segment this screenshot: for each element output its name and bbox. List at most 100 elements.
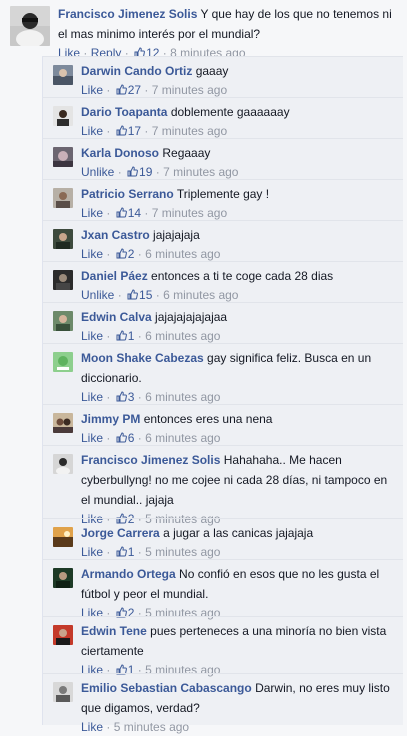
comment-text: gaaay: [195, 64, 229, 78]
comment-author[interactable]: Edwin Calva: [81, 310, 152, 324]
like-link[interactable]: Like: [81, 124, 103, 138]
top-comment: Francisco Jimenez Solis Y que hay de los…: [0, 0, 407, 60]
comment-author[interactable]: Jorge Carrera: [81, 526, 160, 540]
comment-text: Triplemente gay !: [176, 187, 270, 201]
comment-text: Regaaay: [162, 146, 211, 160]
like-count[interactable]: 3: [128, 390, 135, 404]
like-link[interactable]: Like: [81, 83, 103, 97]
comment-author[interactable]: Jimmy PM: [81, 412, 140, 426]
like-link[interactable]: Like: [81, 431, 103, 445]
like-count[interactable]: 1: [128, 329, 135, 343]
avatar[interactable]: [53, 568, 73, 588]
comment-author[interactable]: Patricio Serrano: [81, 187, 174, 201]
like-count[interactable]: 17: [128, 124, 141, 138]
like-link[interactable]: Like: [81, 720, 103, 734]
like-count[interactable]: 15: [139, 288, 152, 302]
thumbs-up-icon[interactable]: [116, 246, 127, 259]
comment-line: Francisco Jimenez Solis Y que hay de los…: [58, 4, 398, 44]
comment-author[interactable]: Jxan Castro: [81, 228, 150, 242]
avatar[interactable]: [10, 6, 50, 46]
thumbs-up-icon[interactable]: [116, 605, 127, 618]
like-count[interactable]: 1: [128, 545, 135, 559]
comment-author[interactable]: Francisco Jimenez Solis: [58, 7, 197, 21]
thumbs-up-icon[interactable]: [116, 389, 127, 402]
thumbs-up-icon[interactable]: [116, 662, 127, 675]
like-link[interactable]: Like: [81, 545, 103, 559]
like-count[interactable]: 2: [128, 247, 135, 261]
comment-author[interactable]: Dario Toapanta: [81, 105, 167, 119]
timestamp[interactable]: 6 minutes ago: [145, 431, 220, 445]
thumbs-up-icon[interactable]: [116, 82, 127, 95]
avatar[interactable]: [53, 625, 73, 645]
unlike-link[interactable]: Unlike: [81, 288, 114, 302]
reply-item: Patricio Serrano Triplemente gay ! Like …: [43, 179, 403, 221]
avatar[interactable]: [53, 682, 73, 702]
comment-author[interactable]: Edwin Tene: [81, 624, 147, 638]
reply-item: Edwin Calva jajajajajajajaa Like · 1 · 6…: [43, 302, 403, 344]
avatar[interactable]: [53, 413, 73, 433]
avatar[interactable]: [53, 352, 73, 372]
unlike-link[interactable]: Unlike: [81, 165, 114, 179]
avatar[interactable]: [53, 229, 73, 249]
comment-text: jajajajajajajaa: [155, 310, 228, 324]
avatar[interactable]: [53, 147, 73, 167]
like-count[interactable]: 19: [139, 165, 152, 179]
like-count[interactable]: 27: [128, 83, 141, 97]
thumbs-up-icon[interactable]: [127, 287, 138, 300]
reply-item: Jxan Castro jajajajaja Like · 2 · 6 minu…: [43, 220, 403, 262]
comment-author[interactable]: Moon Shake Cabezas: [81, 351, 204, 365]
thumbs-up-icon[interactable]: [116, 123, 127, 136]
reply-item: Dario Toapanta doblemente gaaaaaay Like …: [43, 97, 403, 139]
timestamp[interactable]: 5 minutes ago: [114, 720, 189, 734]
timestamp[interactable]: 7 minutes ago: [152, 83, 227, 97]
timestamp[interactable]: 5 minutes ago: [145, 545, 220, 559]
comment-author[interactable]: Emilio Sebastian Cabascango: [81, 681, 252, 695]
timestamp[interactable]: 7 minutes ago: [152, 124, 227, 138]
reply-item: Daniel Páez entonces a ti te coge cada 2…: [43, 261, 403, 303]
reply-item: Darwin Cando Ortiz gaaay Like · 27 · 7 m…: [43, 56, 403, 98]
avatar[interactable]: [53, 106, 73, 126]
reply-item: Karla Donoso Regaaay Unlike · 19 · 7 min…: [43, 138, 403, 180]
thumbs-up-icon[interactable]: [116, 328, 127, 341]
comment-text: doblemente gaaaaaay: [170, 105, 290, 119]
like-link[interactable]: Like: [81, 390, 103, 404]
like-link[interactable]: Like: [81, 329, 103, 343]
like-count[interactable]: 14: [128, 206, 141, 220]
thumbs-up-icon[interactable]: [116, 205, 127, 218]
reply-item: Moon Shake Cabezas gay significa feliz. …: [43, 343, 403, 405]
timestamp[interactable]: 7 minutes ago: [163, 165, 238, 179]
reply-list: Darwin Cando Ortiz gaaay Like · 27 · 7 m…: [42, 56, 403, 734]
reply-item: Jimmy PM entonces eres una nena Like · 6…: [43, 404, 403, 446]
avatar[interactable]: [53, 65, 73, 85]
comment-author[interactable]: Darwin Cando Ortiz: [81, 64, 192, 78]
comment-author[interactable]: Armando Ortega: [81, 567, 176, 581]
reply-item: Jorge Carrera a jugar a las canicas jaja…: [43, 518, 403, 560]
thumbs-up-icon[interactable]: [127, 164, 138, 177]
comment-author[interactable]: Francisco Jimenez Solis: [81, 453, 220, 467]
avatar[interactable]: [53, 454, 73, 474]
comment-text: a jugar a las canicas jajajaja: [163, 526, 314, 540]
comment-author[interactable]: Daniel Páez: [81, 269, 148, 283]
thumbs-up-icon[interactable]: [134, 45, 145, 58]
avatar[interactable]: [53, 270, 73, 290]
thumbs-up-icon[interactable]: [116, 430, 127, 443]
timestamp[interactable]: 6 minutes ago: [145, 329, 220, 343]
comment-text: jajajajaja: [153, 228, 200, 242]
like-link[interactable]: Like: [81, 247, 103, 261]
reply-item: Francisco Jimenez Solis Hahahaha.. Me ha…: [43, 445, 403, 526]
timestamp[interactable]: 6 minutes ago: [163, 288, 238, 302]
avatar[interactable]: [53, 311, 73, 331]
thumbs-up-icon[interactable]: [116, 544, 127, 557]
timestamp[interactable]: 6 minutes ago: [145, 390, 220, 404]
timestamp[interactable]: 7 minutes ago: [152, 206, 227, 220]
avatar[interactable]: [53, 527, 73, 547]
like-count[interactable]: 6: [128, 431, 135, 445]
avatar[interactable]: [53, 188, 73, 208]
comment-body: Francisco Jimenez Solis Y que hay de los…: [58, 4, 398, 62]
reply-item: Edwin Tene pues perteneces a una minoría…: [43, 616, 403, 677]
like-link[interactable]: Like: [81, 206, 103, 220]
comment-text: entonces a ti te coge cada 28 dias: [151, 269, 334, 283]
timestamp[interactable]: 6 minutes ago: [145, 247, 220, 261]
reply-item: Armando Ortega No confió en esos que no …: [43, 559, 403, 620]
comment-author[interactable]: Karla Donoso: [81, 146, 159, 160]
